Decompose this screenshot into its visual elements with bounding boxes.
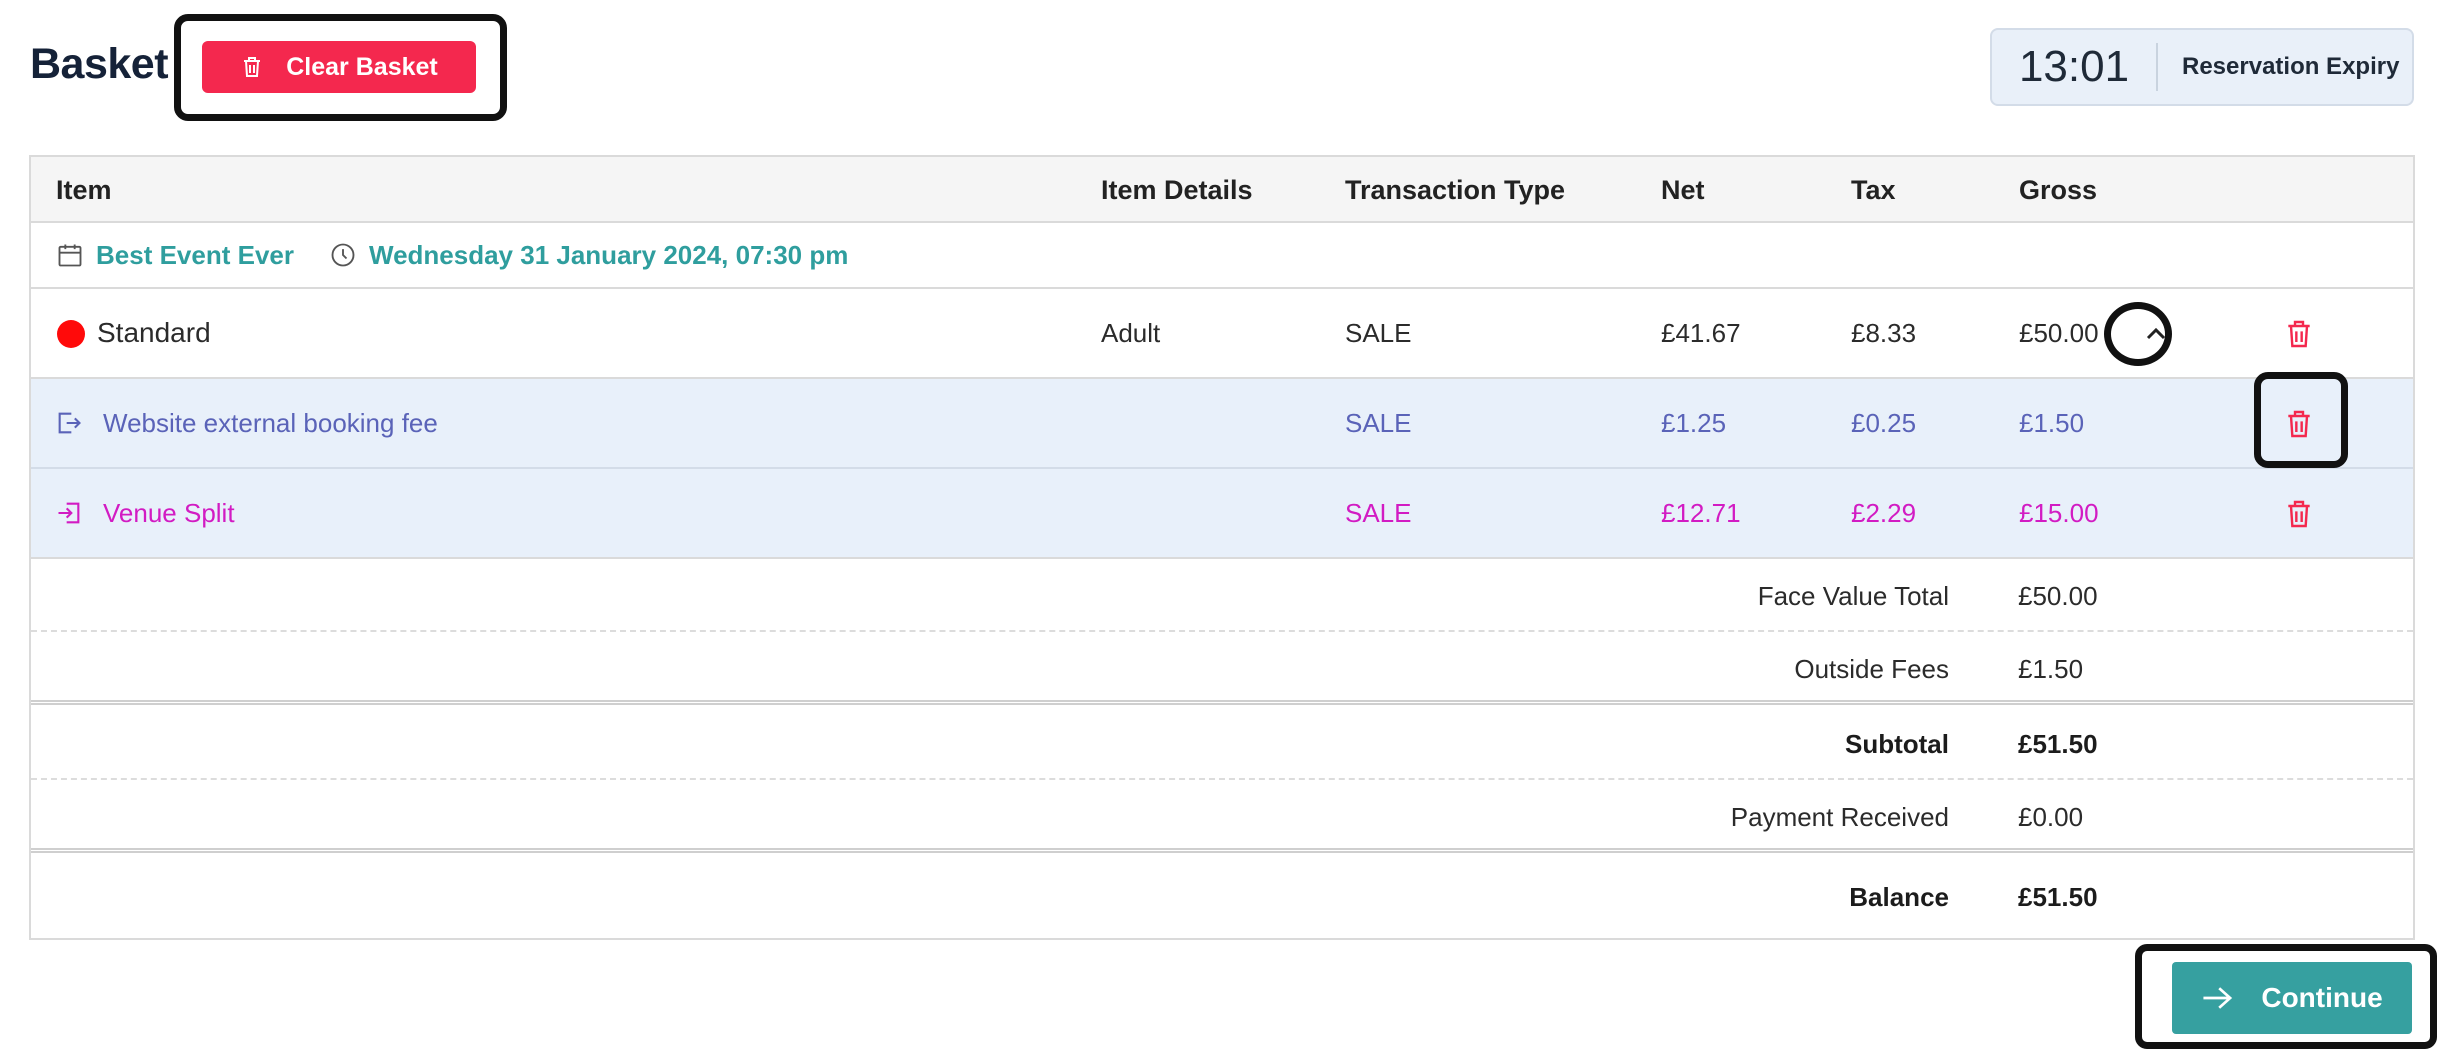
header-tax: Tax <box>1851 175 1896 205</box>
tax-value: £8.33 <box>1851 318 1917 348</box>
gross-value: £1.50 <box>2019 408 2085 438</box>
enter-arrow-icon <box>58 502 80 524</box>
table-row: Standard Adult SALE £41.67 £8.33 £50.00 <box>31 289 2413 379</box>
summary-label: Face Value Total <box>1757 581 1949 611</box>
gross-value: £15.00 <box>2019 498 2099 528</box>
page-title: Basket <box>30 40 169 88</box>
net-value: £41.67 <box>1661 318 1741 348</box>
net-value: £12.71 <box>1661 498 1741 528</box>
summary-balance: Balance £51.50 <box>31 860 2413 933</box>
summary-label: Balance <box>1849 882 1949 912</box>
transaction-type: SALE <box>1345 498 1412 528</box>
header-gross: Gross <box>2019 175 2098 205</box>
item-details: Adult <box>1101 318 1161 348</box>
summary-value: £51.50 <box>2018 882 2098 912</box>
highlight-continue <box>2135 944 2437 1049</box>
clock-icon <box>331 243 355 267</box>
header-net: Net <box>1661 175 1705 205</box>
table-header: Item Item Details Transaction Type Net T… <box>31 157 2413 223</box>
header-item-details: Item Details <box>1101 175 1253 205</box>
tax-value: £2.29 <box>1851 498 1917 528</box>
event-row: Best Event Ever Wednesday 31 January 202… <box>31 223 2413 289</box>
summary-subtotal: Subtotal £51.50 <box>31 707 2413 780</box>
timer-label: Reservation Expiry <box>2182 53 2400 80</box>
highlight-chevron <box>2104 302 2172 366</box>
calendar-icon <box>58 244 82 267</box>
summary-outside-fees: Outside Fees £1.50 <box>31 632 2413 705</box>
table-row: Venue Split SALE £12.71 £2.29 £15.00 <box>31 469 2413 559</box>
reservation-timer: 13:01 Reservation Expiry <box>1990 28 2414 106</box>
summary-label: Subtotal <box>1845 729 1949 759</box>
highlight-clear-basket <box>174 14 507 121</box>
transaction-type: SALE <box>1345 318 1412 348</box>
summary-value: £50.00 <box>2018 581 2098 611</box>
item-name: Standard <box>97 317 211 348</box>
summary-value: £1.50 <box>2018 654 2084 684</box>
exit-arrow-icon <box>58 412 81 434</box>
summary-label: Payment Received <box>1730 802 1949 832</box>
timer-value: 13:01 <box>1992 43 2158 91</box>
status-dot <box>57 320 85 348</box>
trash-icon[interactable] <box>2283 498 2315 530</box>
tax-value: £0.25 <box>1851 408 1917 438</box>
net-value: £1.25 <box>1661 408 1727 438</box>
summary-value: £0.00 <box>2018 802 2084 832</box>
item-name: Website external booking fee <box>103 408 438 438</box>
header-transaction-type: Transaction Type <box>1345 175 1566 205</box>
summary-label: Outside Fees <box>1794 654 1949 684</box>
summary-value: £51.50 <box>2018 729 2098 759</box>
event-datetime: Wednesday 31 January 2024, 07:30 pm <box>369 240 849 270</box>
trash-icon[interactable] <box>2283 318 2315 350</box>
item-name: Venue Split <box>103 498 235 528</box>
header-item: Item <box>56 175 112 205</box>
summary-face-value: Face Value Total £50.00 <box>31 559 2413 632</box>
summary-payment-received: Payment Received £0.00 <box>31 780 2413 853</box>
basket-table: Item Item Details Transaction Type Net T… <box>29 155 2415 940</box>
event-name[interactable]: Best Event Ever <box>96 240 294 271</box>
highlight-trash <box>2254 372 2348 468</box>
table-row: Website external booking fee SALE £1.25 … <box>31 379 2413 469</box>
gross-value: £50.00 <box>2019 318 2099 348</box>
transaction-type: SALE <box>1345 408 1412 438</box>
